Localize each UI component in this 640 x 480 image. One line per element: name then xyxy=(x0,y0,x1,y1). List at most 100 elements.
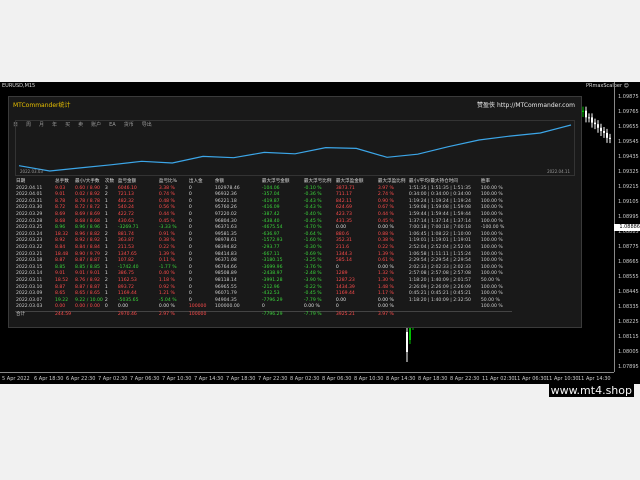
price-tick-label: 1.08005 xyxy=(618,349,639,355)
header-cell[interactable]: 最大浮盈比例 xyxy=(377,179,408,186)
table-cell: 1 xyxy=(104,211,108,217)
table-cell: 1 xyxy=(104,258,108,264)
table-cell xyxy=(408,304,480,311)
table-cell: 95760.26 xyxy=(214,205,237,211)
header-cell[interactable]: 出入金 xyxy=(188,179,214,186)
table-row[interactable]: 2022.03.03 0.00 0.00 / 0.00 0 0.00 0.00 % 1000… xyxy=(15,304,512,311)
table-row[interactable]: 2022.03.30 8.72 8.72 / 8.72 1 540.24 0.56 % 0 9… xyxy=(15,205,512,212)
header-cell[interactable]: 余额 xyxy=(214,179,261,186)
table-row[interactable]: 2022.03.14 9.01 9.01 / 9.01 1 386.75 0.40 % 0 9… xyxy=(15,271,512,278)
table-cell: 2 xyxy=(104,277,108,283)
price-tick-label: 1.07895 xyxy=(618,364,639,370)
price-tick-label: 1.08335 xyxy=(618,304,639,310)
table-row[interactable]: 2022.04.01 9.01 0.02 / 8.92 2 721.13 0.74 % 0 9… xyxy=(15,192,512,199)
header-cell[interactable]: 盈亏金额 xyxy=(117,179,158,186)
totals-cell: 3925.21 xyxy=(334,310,377,319)
header-cell[interactable]: 最小/大手数 xyxy=(74,179,104,186)
totals-cell: 100000 xyxy=(187,310,214,319)
table-cell: 8.96 / 8.96 xyxy=(75,225,100,231)
table-cell: 2022.03.11 xyxy=(16,277,43,283)
totals-row: 合计 244.59 2970.46 2.97 % 100000 -7796.29 -7.79… xyxy=(15,310,512,319)
table-row[interactable]: 2022.03.09 8.65 8.65 / 8.65 1 1169.44 1.21 % 0… xyxy=(15,291,512,298)
table-cell: 107.82 xyxy=(117,258,134,264)
table-cell: 8.69 xyxy=(55,211,66,217)
candle-body xyxy=(609,137,611,139)
header-cell[interactable]: 最小/平均/最大持仓时间 xyxy=(408,179,480,186)
price-tick-label: 1.08775 xyxy=(618,244,639,250)
table-cell: 8.84 / 8.84 xyxy=(75,244,100,250)
totals-cell: 244.59 xyxy=(54,310,74,319)
table-cell: 8.84 xyxy=(55,244,66,250)
table-cell: 2022.03.29 xyxy=(16,211,43,217)
table-cell: 540.24 xyxy=(117,205,134,211)
header-cell[interactable]: 最大浮盈金额 xyxy=(335,179,377,186)
price-tick-label: 1.08115 xyxy=(618,334,639,340)
table-cell: 0.02 / 8.92 xyxy=(75,192,100,198)
table-cell: 0.00 xyxy=(335,297,347,303)
table-cell: 98394.82 xyxy=(214,244,237,250)
candle-body xyxy=(606,132,608,138)
table-cell: 2022.03.25 xyxy=(16,225,43,231)
table-row[interactable]: 2022.03.29 8.69 8.69 / 8.69 1 422.72 0.44 % 0 9… xyxy=(15,212,512,219)
table-cell: -416.09 xyxy=(261,205,280,211)
table-cell: 1.17 % xyxy=(377,291,394,297)
price-tick-label: 1.09215 xyxy=(618,184,639,190)
table-cell: 100.00 % xyxy=(480,211,503,217)
header-cell[interactable]: 胜率 xyxy=(480,179,512,186)
current-price-marker: 1.08886 xyxy=(614,224,640,231)
table-cell: 9.01 xyxy=(55,192,66,198)
header-cell[interactable]: 盈亏比% xyxy=(158,179,188,186)
panel-toolbar: 日周月年买卖账户 EA 货币 导出 xyxy=(13,111,160,128)
table-cell: 0 xyxy=(261,304,265,310)
table-cell: 2022.03.30 xyxy=(16,205,43,211)
time-tick-label: 11 Apr 10:30 xyxy=(546,376,579,382)
totals-cell xyxy=(103,310,117,319)
time-tick-label: 8 Apr 22:30 xyxy=(450,376,480,382)
time-tick-label: 7 Apr 10:30 xyxy=(162,376,192,382)
time-tick-label: 7 Apr 22:30 xyxy=(258,376,288,382)
table-row[interactable]: 2022.03.22 8.84 8.84 / 8.84 1 211.53 0.22 % 0 9… xyxy=(15,245,512,252)
candle-body xyxy=(600,127,602,132)
header-cell[interactable]: 最大浮亏比例 xyxy=(303,179,335,186)
time-axis[interactable]: 5 Apr 2022 6 Apr 18:30 6 Apr 22:30 7 Apr 02… xyxy=(0,372,614,384)
table-cell: 711.17 xyxy=(335,192,352,198)
table-cell: 1:59:08 | 1:59:08 | 1:59:08 xyxy=(408,205,471,211)
header-cell[interactable]: 总手数 xyxy=(54,179,74,186)
table-cell: 2022.03.18 xyxy=(16,258,43,264)
symbol-label: EURUSD,M15 xyxy=(2,83,36,89)
table-cell: 0 xyxy=(188,211,192,217)
table-row[interactable]: 2022.03.11 18.52 8.76 / 8.92 2 1162.53 1.18 %… xyxy=(15,278,512,285)
time-tick-label: 8 Apr 14:30 xyxy=(386,376,416,382)
table-cell: 1:19:01 | 1:19:01 | 1:19:01 xyxy=(408,238,471,244)
header-cell[interactable]: 次数 xyxy=(104,179,117,186)
panel-url-link[interactable]: 赞盈侠 http://MTCommander.com xyxy=(477,100,575,109)
table-cell: 0.38 % xyxy=(377,238,394,244)
table-cell: -2438.97 xyxy=(261,271,283,277)
table-cell: 100.00 % xyxy=(480,304,503,310)
time-tick-label: 8 Apr 18:30 xyxy=(418,376,448,382)
price-tick-label: 1.08445 xyxy=(618,289,639,295)
table-cell: 585.14 xyxy=(335,258,352,264)
balance-curve xyxy=(18,124,572,172)
table-cell: 0 xyxy=(188,238,192,244)
table-cell: 0 xyxy=(188,244,192,250)
table-cell: 0.00 % xyxy=(377,225,394,231)
table-row[interactable]: 2022.03.23 8.92 8.92 / 8.92 1 363.87 0.38 % 0 9… xyxy=(15,238,512,245)
stats-panel[interactable]: MTCommander统计 赞盈侠 http://MTCommander.com… xyxy=(8,96,582,328)
table-cell: 0 xyxy=(188,291,192,297)
table-cell: 18.52 xyxy=(55,277,69,283)
table-cell: 0:34:00 | 0:34:00 | 0:34:00 xyxy=(408,192,471,198)
table-cell: -100.00 % xyxy=(480,225,505,231)
table-cell: 9.01 / 9.01 xyxy=(75,271,100,277)
table-row[interactable]: 2022.03.25 8.96 8.96 / 8.96 1 -3269.71 -3.33 … xyxy=(15,225,512,232)
table-cell: -0.45 % xyxy=(303,291,322,297)
watermark-text: www.mt4.shop xyxy=(548,384,634,397)
table-cell: 8.65 xyxy=(55,291,66,297)
time-tick-label: 6 Apr 18:30 xyxy=(34,376,64,382)
table-cell: 96071.79 xyxy=(214,291,237,297)
header-cell[interactable]: 日期 xyxy=(15,179,54,186)
time-tick-label: 11 Apr 02:30 xyxy=(482,376,515,382)
table-row[interactable]: 2022.03.18 8.87 8.87 / 8.87 1 107.82 0.11 % 0 9… xyxy=(15,258,512,265)
header-cell[interactable]: 最大浮亏金额 xyxy=(261,179,303,186)
table-cell: -4675.54 xyxy=(261,225,283,231)
